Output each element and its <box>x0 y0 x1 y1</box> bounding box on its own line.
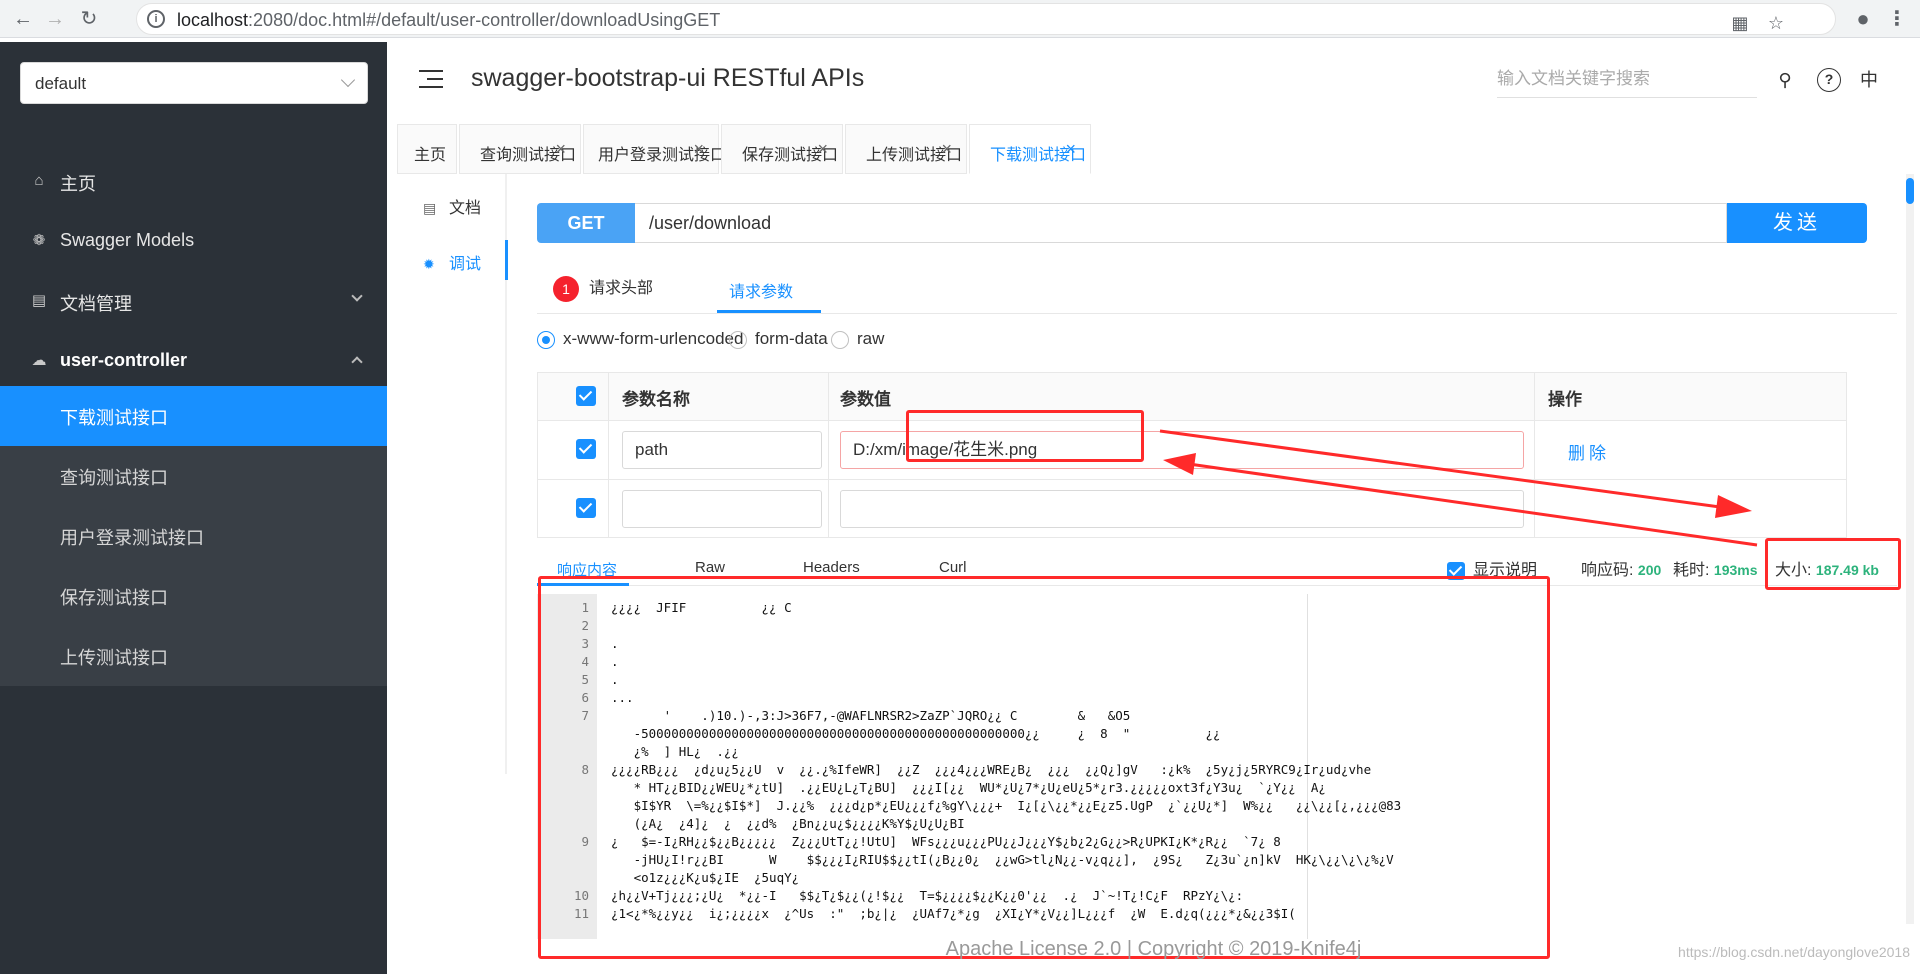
annotation-arrow <box>1174 460 1758 547</box>
annotation-arrow <box>1159 429 1743 512</box>
arrow-head <box>1163 453 1196 475</box>
annotation-arrows <box>1159 429 1758 547</box>
scrollbar[interactable] <box>1906 174 1914 924</box>
scrollbar-thumb[interactable] <box>1906 178 1914 204</box>
watermark: https://blog.csdn.net/dayonglove2018 <box>1678 944 1910 960</box>
arrow-head <box>1715 495 1752 518</box>
